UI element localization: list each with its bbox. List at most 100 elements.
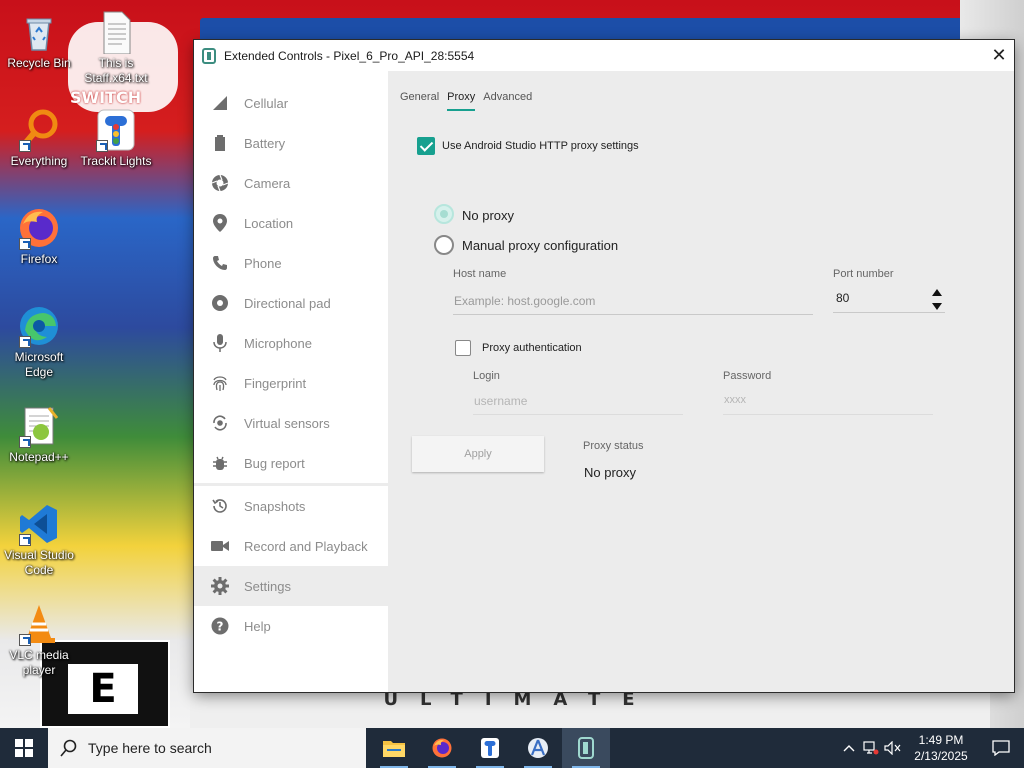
sidebar-item-directional-pad[interactable]: Directional pad xyxy=(194,283,388,323)
password-input[interactable]: xxxx xyxy=(723,389,933,415)
folder-icon xyxy=(383,741,405,757)
wallpaper-switch-text: SWITCH xyxy=(70,88,142,107)
notification-center-button[interactable] xyxy=(978,728,1024,768)
start-button[interactable] xyxy=(0,728,48,768)
sidebar-item-record-playback[interactable]: Record and Playback xyxy=(194,526,388,566)
sidebar-item-help[interactable]: ? Help xyxy=(194,606,388,646)
no-proxy-radio[interactable] xyxy=(434,204,454,224)
desktop-icon-label: Recycle Bin xyxy=(7,56,71,70)
desktop-icon-edge[interactable]: Microsoft Edge xyxy=(3,304,75,380)
settings-content: General Proxy Advanced Use Android Studi… xyxy=(388,71,1014,692)
port-number-stepper[interactable]: 80 xyxy=(833,285,945,313)
sidebar-item-fingerprint[interactable]: Fingerprint xyxy=(194,363,388,403)
android-studio-icon xyxy=(528,738,548,758)
sidebar-item-label: Microphone xyxy=(244,335,312,351)
network-icon[interactable] xyxy=(860,741,882,755)
sidebar-item-label: Snapshots xyxy=(244,498,306,514)
tab-proxy[interactable]: Proxy xyxy=(447,91,476,111)
shortcut-arrow-icon xyxy=(19,436,31,448)
use-studio-proxy-label: Use Android Studio HTTP proxy settings xyxy=(442,140,639,152)
taskbar-search-box[interactable]: Type here to search xyxy=(48,728,366,768)
windows-logo-icon xyxy=(15,739,33,757)
sidebar-item-label: Fingerprint xyxy=(244,375,307,391)
desktop-icon-label: Firefox xyxy=(20,252,58,266)
taskbar-app-android-studio[interactable] xyxy=(514,728,562,768)
manual-proxy-label: Manual proxy configuration xyxy=(462,238,619,253)
port-number-value: 80 xyxy=(836,291,850,305)
clock-time: 1:49 PM xyxy=(918,733,964,747)
settings-tabs: General Proxy Advanced xyxy=(400,91,532,111)
tab-advanced[interactable]: Advanced xyxy=(483,91,532,111)
desktop-icon-staff-txt[interactable]: This is Staff.x64.txt xyxy=(80,10,152,86)
port-number-label: Port number xyxy=(833,268,894,280)
shortcut-arrow-icon xyxy=(19,534,31,546)
taskbar-app-firefox[interactable] xyxy=(418,728,466,768)
shortcut-arrow-icon xyxy=(96,140,108,152)
sidebar-item-snapshots[interactable]: Snapshots xyxy=(194,486,388,526)
desktop-icon-recycle-bin[interactable]: Recycle Bin xyxy=(3,10,75,71)
decrement-arrow-icon[interactable] xyxy=(931,301,943,315)
sidebar-item-label: Directional pad xyxy=(244,295,331,311)
sidebar-item-settings[interactable]: Settings xyxy=(194,566,388,606)
vlc-icon xyxy=(17,602,61,646)
host-name-placeholder: Example: host.google.com xyxy=(454,294,596,308)
proxy-auth-label: Proxy authentication xyxy=(482,342,582,354)
desktop-icon-label: Visual Studio Code xyxy=(4,548,74,577)
increment-arrow-icon[interactable] xyxy=(931,286,943,300)
manual-proxy-radio[interactable] xyxy=(434,235,454,255)
sidebar-item-bug-report[interactable]: Bug report xyxy=(194,443,388,483)
fingerprint-icon xyxy=(210,373,230,393)
desktop-icon-trackit-lights[interactable]: Trackit Lights xyxy=(80,108,152,169)
chevron-up-icon[interactable] xyxy=(838,744,860,752)
desktop-icon-firefox[interactable]: Firefox xyxy=(3,206,75,267)
emulator-icon xyxy=(202,47,216,64)
proxy-status-label: Proxy status xyxy=(583,440,644,452)
sidebar-item-location[interactable]: Location xyxy=(194,203,388,243)
dpad-icon xyxy=(210,293,230,313)
sidebar-item-camera[interactable]: Camera xyxy=(194,163,388,203)
host-name-input[interactable]: Example: host.google.com xyxy=(453,289,813,315)
bug-icon xyxy=(210,453,230,473)
login-placeholder: username xyxy=(474,394,528,408)
proxy-auth-checkbox[interactable] xyxy=(455,340,471,356)
edge-icon xyxy=(17,304,61,348)
sidebar-item-label: Cellular xyxy=(244,95,289,111)
gear-icon xyxy=(210,576,230,596)
sidebar-item-microphone[interactable]: Microphone xyxy=(194,323,388,363)
sidebar-item-label: Battery xyxy=(244,135,286,151)
desktop-icon-label: Everything xyxy=(10,154,68,168)
use-studio-proxy-wrapper xyxy=(417,137,435,158)
taskbar-app-file-explorer[interactable] xyxy=(370,728,418,768)
tab-general[interactable]: General xyxy=(400,91,439,111)
shortcut-arrow-icon xyxy=(19,140,31,152)
firefox-icon xyxy=(17,206,61,250)
use-studio-proxy-checkbox[interactable] xyxy=(417,137,435,155)
window-titlebar[interactable]: Extended Controls - Pixel_6_Pro_API_28:5… xyxy=(194,40,1014,71)
desktop-icon-label: Microsoft Edge xyxy=(14,350,64,379)
apply-button[interactable]: Apply xyxy=(412,436,544,472)
sidebar-item-phone[interactable]: Phone xyxy=(194,243,388,283)
emulator-icon xyxy=(578,737,594,759)
desktop-icon-vlc[interactable]: VLC media player xyxy=(3,602,75,678)
login-input[interactable]: username xyxy=(473,389,683,415)
taskbar-app-emulator[interactable] xyxy=(562,728,610,768)
taskbar-app-trackit-lights[interactable] xyxy=(466,728,514,768)
desktop-icon-everything[interactable]: Everything xyxy=(3,108,75,169)
sidebar-item-battery[interactable]: Battery xyxy=(194,123,388,163)
extended-controls-sidebar: Cellular Battery Camera Location Phone D… xyxy=(194,71,388,692)
firefox-icon xyxy=(432,738,452,758)
sidebar-item-label: Camera xyxy=(244,175,291,191)
battery-icon xyxy=(210,133,230,153)
desktop-icon-notepadpp[interactable]: Notepad++ xyxy=(3,404,75,465)
system-tray: 1:49 PM 2/13/2025 xyxy=(838,728,1024,768)
sidebar-item-virtual-sensors[interactable]: Virtual sensors xyxy=(194,403,388,443)
notification-icon xyxy=(992,740,1010,756)
close-button[interactable]: ✕ xyxy=(984,40,1014,71)
sidebar-item-cellular[interactable]: Cellular xyxy=(194,83,388,123)
wallpaper-ultimate-text: ULTIMATE xyxy=(383,689,657,710)
microphone-icon xyxy=(210,333,230,353)
volume-muted-icon[interactable] xyxy=(882,741,904,755)
desktop-icon-vscode[interactable]: Visual Studio Code xyxy=(3,502,75,578)
no-proxy-label: No proxy xyxy=(462,208,515,223)
taskbar-clock[interactable]: 1:49 PM 2/13/2025 xyxy=(904,732,978,764)
